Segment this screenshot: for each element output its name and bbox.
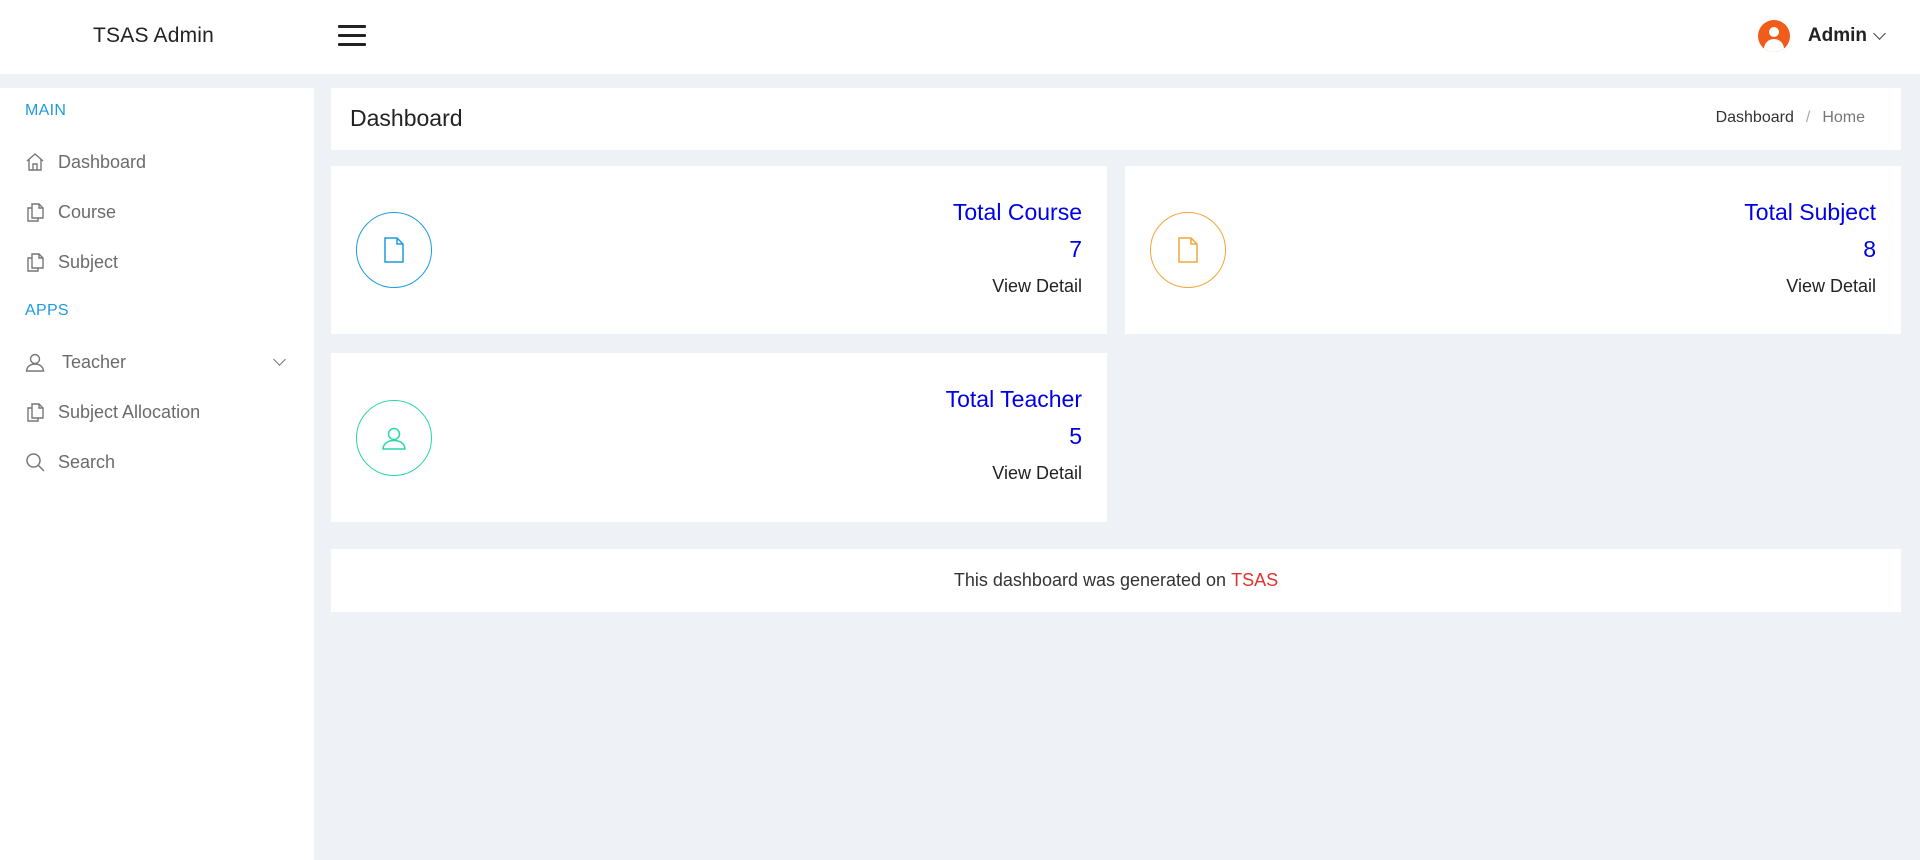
hamburger-icon <box>338 25 366 28</box>
sidebar-item-label: Subject <box>58 251 119 272</box>
card-value: 8 <box>1863 236 1876 262</box>
brand-title[interactable]: TSAS Admin <box>93 24 214 48</box>
card-title: Total Teacher <box>945 386 1082 412</box>
sidebar-item-search[interactable]: Search <box>24 445 294 479</box>
stat-card-course: Total Course 7 View Detail <box>331 166 1107 334</box>
top-bar: TSAS Admin Admin <box>0 0 1920 74</box>
sidebar-item-subject-allocation[interactable]: Subject Allocation <box>24 395 294 429</box>
file-icon <box>1150 212 1226 288</box>
sidebar-item-course[interactable]: Course <box>24 195 294 229</box>
sidebar-item-label: Search <box>58 451 116 472</box>
copy-icon <box>24 251 46 273</box>
user-icon <box>356 400 432 476</box>
user-icon <box>24 351 46 373</box>
copy-icon <box>24 201 46 223</box>
card-title: Total Subject <box>1744 199 1876 225</box>
user-name: Admin <box>1807 25 1867 46</box>
view-detail-link[interactable]: View Detail <box>992 463 1082 484</box>
page-title: Dashboard <box>350 105 463 131</box>
copy-icon <box>24 401 46 423</box>
breadcrumb-item-dashboard[interactable]: Dashboard <box>1716 109 1794 127</box>
breadcrumb-item-home: Home <box>1822 109 1865 126</box>
sidebar-section-main: MAIN <box>25 102 67 119</box>
footer-brand-link[interactable]: TSAS <box>1231 570 1278 591</box>
sidebar-item-teacher[interactable]: Teacher <box>24 345 294 379</box>
stat-card-teacher: Total Teacher 5 View Detail <box>331 353 1107 522</box>
search-icon <box>24 451 46 473</box>
sidebar-section-apps: APPS <box>25 302 69 319</box>
menu-toggle-button[interactable] <box>338 25 366 49</box>
breadcrumb: Dashboard / Home <box>1716 109 1865 127</box>
sidebar-item-label: Teacher <box>62 351 127 372</box>
card-title: Total Course <box>952 199 1082 225</box>
footer: This dashboard was generated on TSAS <box>331 549 1901 612</box>
sidebar-item-label: Subject Allocation <box>58 401 201 422</box>
avatar <box>1757 20 1790 52</box>
view-detail-link[interactable]: View Detail <box>992 276 1082 297</box>
sidebar-item-label: Course <box>58 201 117 222</box>
view-detail-link[interactable]: View Detail <box>1786 276 1876 297</box>
sidebar-item-dashboard[interactable]: Dashboard <box>24 145 294 179</box>
card-value: 5 <box>1069 423 1082 449</box>
sidebar: MAIN Dashboard Course Subject APPS Teach… <box>0 88 314 860</box>
breadcrumb-separator: / <box>1805 109 1811 126</box>
card-value: 7 <box>1069 236 1082 262</box>
file-icon <box>356 212 432 288</box>
sidebar-item-label: Dashboard <box>58 151 147 172</box>
chevron-down-icon[interactable] <box>273 353 286 366</box>
chevron-down-icon <box>1873 27 1886 40</box>
sidebar-item-subject[interactable]: Subject <box>24 245 294 279</box>
stat-card-subject: Total Subject 8 View Detail <box>1125 166 1901 334</box>
user-menu[interactable]: Admin <box>1757 14 1886 58</box>
page-header: Dashboard Dashboard / Home <box>331 88 1901 150</box>
home-icon <box>24 151 46 173</box>
footer-text: This dashboard was generated on <box>953 570 1227 590</box>
